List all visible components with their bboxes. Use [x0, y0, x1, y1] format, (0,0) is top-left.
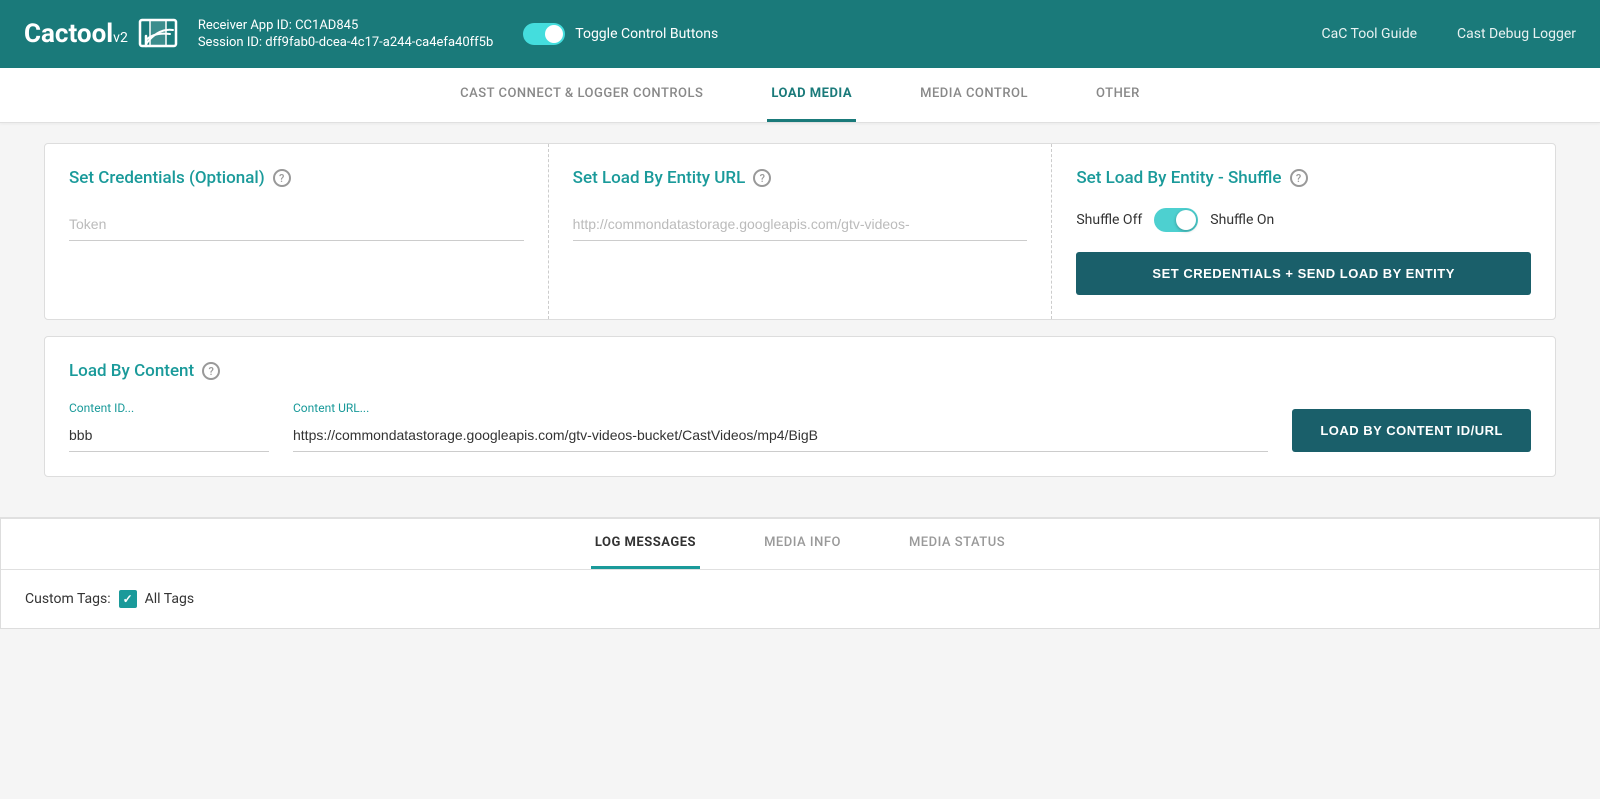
load-content-help-icon[interactable]: ?: [202, 362, 220, 380]
bottom-tab-media-status[interactable]: MEDIA STATUS: [905, 519, 1009, 569]
custom-tags-label: Custom Tags:: [25, 591, 111, 607]
token-input[interactable]: [69, 208, 524, 241]
entity-shuffle-title: Set Load By Entity - Shuffle ?: [1076, 168, 1531, 188]
cards-row: Set Credentials (Optional) ? Set Load By…: [44, 143, 1556, 320]
receiver-id: Receiver App ID: CC1AD845: [198, 18, 493, 33]
entity-url-card: Set Load By Entity URL ?: [549, 144, 1053, 319]
credentials-title: Set Credentials (Optional) ?: [69, 168, 524, 188]
entity-shuffle-help-icon[interactable]: ?: [1290, 169, 1308, 187]
load-content-button[interactable]: LOAD BY CONTENT ID/URL: [1292, 409, 1531, 452]
shuffle-on-label: Shuffle On: [1210, 212, 1274, 228]
main-content: Set Credentials (Optional) ? Set Load By…: [20, 123, 1580, 517]
toggle-control-buttons[interactable]: Toggle Control Buttons: [523, 23, 718, 45]
cac-tool-guide-link[interactable]: CaC Tool Guide: [1322, 26, 1418, 42]
logo-text: Cactoolv2: [24, 19, 128, 49]
entity-url-help-icon[interactable]: ?: [753, 169, 771, 187]
load-content-title: Load By Content ?: [69, 361, 1531, 381]
tab-cast-connect[interactable]: CAST CONNECT & LOGGER CONTROLS: [456, 68, 707, 122]
cast-debug-logger-link[interactable]: Cast Debug Logger: [1457, 26, 1576, 42]
content-url-input[interactable]: [293, 419, 1268, 452]
session-info: Receiver App ID: CC1AD845 Session ID: df…: [198, 18, 493, 50]
set-credentials-send-entity-button[interactable]: SET CREDENTIALS + SEND LOAD BY ENTITY: [1076, 252, 1531, 295]
tab-media-control[interactable]: MEDIA CONTROL: [916, 68, 1032, 122]
bottom-tab-log[interactable]: LOG MESSAGES: [591, 519, 700, 569]
bottom-section: LOG MESSAGES MEDIA INFO MEDIA STATUS Cus…: [0, 517, 1600, 629]
content-id-label: Content ID...: [69, 401, 269, 415]
content-url-label: Content URL...: [293, 401, 1268, 415]
custom-tags-row: Custom Tags: All Tags: [25, 590, 1575, 608]
tab-other[interactable]: OTHER: [1092, 68, 1144, 122]
shuffle-toggle-row: Shuffle Off Shuffle On: [1076, 208, 1531, 232]
cast-icon: [138, 14, 178, 54]
logo: Cactoolv2: [24, 14, 178, 54]
entity-shuffle-card: Set Load By Entity - Shuffle ? Shuffle O…: [1052, 144, 1555, 319]
all-tags-checkbox[interactable]: [119, 590, 137, 608]
entity-url-input[interactable]: [573, 208, 1028, 241]
bottom-content: Custom Tags: All Tags: [1, 570, 1599, 628]
content-url-col: Content URL...: [293, 401, 1268, 452]
credentials-help-icon[interactable]: ?: [273, 169, 291, 187]
credentials-card: Set Credentials (Optional) ?: [45, 144, 549, 319]
bottom-tab-media-info[interactable]: MEDIA INFO: [760, 519, 845, 569]
tab-load-media[interactable]: LOAD MEDIA: [767, 68, 856, 122]
content-id-input[interactable]: [69, 419, 269, 452]
app-header: Cactoolv2 Receiver App ID: CC1AD845 Sess…: [0, 0, 1600, 68]
header-nav: CaC Tool Guide Cast Debug Logger: [1322, 26, 1577, 42]
load-content-card: Load By Content ? Content ID... Content …: [44, 336, 1556, 477]
main-tabs: CAST CONNECT & LOGGER CONTROLS LOAD MEDI…: [0, 68, 1600, 123]
bottom-tabs: LOG MESSAGES MEDIA INFO MEDIA STATUS: [1, 519, 1599, 570]
entity-url-title: Set Load By Entity URL ?: [573, 168, 1028, 188]
toggle-switch[interactable]: [523, 23, 565, 45]
toggle-label: Toggle Control Buttons: [575, 26, 718, 42]
load-content-row: Content ID... Content URL... LOAD BY CON…: [69, 401, 1531, 452]
shuffle-off-label: Shuffle Off: [1076, 212, 1142, 228]
session-id: Session ID: dff9fab0-dcea-4c17-a244-ca4e…: [198, 35, 493, 50]
all-tags-label: All Tags: [145, 591, 194, 607]
shuffle-toggle[interactable]: [1154, 208, 1198, 232]
content-id-col: Content ID...: [69, 401, 269, 452]
